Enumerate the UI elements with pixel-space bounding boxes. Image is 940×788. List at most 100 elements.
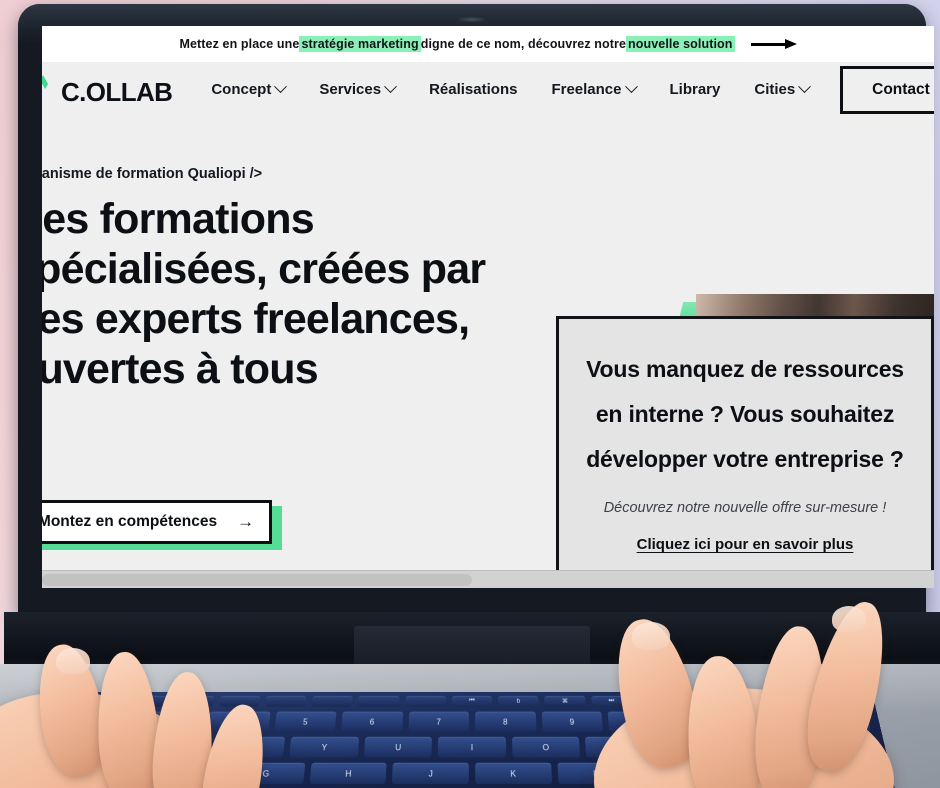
keyboard-number-row: 2 3 4 5 6 7 8 9 0- = ⌫ xyxy=(63,711,882,732)
hero-eyebrow: Organisme de formation Qualiopi /> xyxy=(42,166,263,182)
promo-modal-title: Vous manquez de ressources en interne ? … xyxy=(586,356,904,472)
arrow-right-icon: → xyxy=(237,512,255,531)
keyboard-key: \ xyxy=(805,736,878,758)
nav-item-concept[interactable]: Concept xyxy=(194,75,302,104)
keyboard-key: Y xyxy=(289,736,359,758)
main-navigation: C.OLLAB Concept Services Réalisations Fr… xyxy=(42,62,934,116)
keyboard-key: = xyxy=(740,711,805,732)
keyboard-key xyxy=(311,695,354,707)
keyboard-function-row: esc ⏮ b ⌘ ⏭ (◉ xyxy=(69,695,876,707)
laptop-lid: Mettez en place une stratégie marketing … xyxy=(18,4,934,616)
nav-item-cities[interactable]: Cities xyxy=(737,75,826,104)
browser-viewport: Mettez en place une stratégie marketing … xyxy=(42,26,934,588)
nav-item-label: Services xyxy=(319,80,382,98)
keyboard-key: 0 xyxy=(607,711,671,732)
nav-links: Concept Services Réalisations Freelance xyxy=(194,75,826,104)
keyboard-key: ⏎ xyxy=(802,762,884,785)
keyboard-key: ; xyxy=(638,762,718,785)
keyboard-key: 5 xyxy=(273,711,337,732)
keyboard-key: F xyxy=(143,762,224,785)
keyboard-key: ◉ xyxy=(729,695,773,707)
keyboard-key: ( xyxy=(683,695,726,707)
nav-item-services[interactable]: Services xyxy=(302,75,412,104)
hero-cta-wrapper: Montez en compétences → xyxy=(42,500,282,550)
keyboard-key: T xyxy=(215,736,286,758)
laptop-keyboard: esc ⏮ b ⌘ ⏭ (◉ 2 3 4 5 6 7 8 9 0- = ⌫ E R T Y U I O P[] \ DFGHJ… xyxy=(48,692,896,788)
keyboard-key: ⏭ xyxy=(590,695,633,707)
promo-modal-link[interactable]: Cliquez ici pour en savoir plus xyxy=(637,536,854,553)
laptop-hinge-notch xyxy=(354,626,590,666)
webcam-icon xyxy=(459,17,485,22)
keyboard-key xyxy=(405,695,446,707)
page-scrollbar-thumb[interactable] xyxy=(42,574,472,586)
chevron-down-icon xyxy=(798,79,812,93)
keyboard-key: [ xyxy=(658,736,729,758)
keyboard-key: ' xyxy=(720,762,801,785)
keyboard-key xyxy=(125,695,168,707)
keyboard-key: 3 xyxy=(139,711,204,732)
nav-item-freelance[interactable]: Freelance xyxy=(534,75,652,104)
keyboard-key: D xyxy=(60,762,142,785)
keyboard-key: ⌫ xyxy=(806,711,872,732)
announcement-highlight-strategy: stratégie marketing xyxy=(299,36,421,52)
hero-section: Organisme de formation Qualiopi /> Des f… xyxy=(42,116,934,588)
chevron-down-icon xyxy=(274,79,288,93)
keyboard-home-row: D F G H J K L; ' ⏎ xyxy=(50,762,894,785)
keyboard-key: U xyxy=(363,736,433,758)
hero-cta-button[interactable]: Montez en compétences → xyxy=(42,500,272,544)
keyboard-key xyxy=(171,695,215,707)
keyboard-key: E xyxy=(66,736,139,758)
keyboard-key: 6 xyxy=(340,711,403,732)
page-scrollbar[interactable] xyxy=(42,570,934,588)
announcement-text-middle: digne de ce nom, découvrez notre xyxy=(420,37,627,51)
keyboard-key: 8 xyxy=(475,711,536,732)
announcement-highlight-solution: nouvelle solution xyxy=(626,36,735,52)
collab-chevron-mark-icon xyxy=(42,73,58,101)
screenshot-stage: Mettez en place une stratégie marketing … xyxy=(0,0,940,788)
keyboard-key: J xyxy=(392,762,469,785)
nav-item-label: Réalisations xyxy=(429,80,518,98)
keyboard-key xyxy=(822,695,866,707)
chevron-down-icon xyxy=(384,79,397,93)
keyboard-key: b xyxy=(498,695,539,707)
keyboard-key: esc xyxy=(78,695,122,707)
nav-item-label: Freelance xyxy=(551,80,622,98)
keyboard-key: 4 xyxy=(206,711,271,732)
keyboard-key: 2 xyxy=(72,711,138,732)
brand-logo[interactable]: C.OLLAB xyxy=(42,73,178,105)
keyboard-key: ] xyxy=(731,736,803,758)
announcement-bar[interactable]: Mettez en place une stratégie marketing … xyxy=(42,26,934,62)
promo-modal-subtitle: Découvrez notre nouvelle offre sur-mesur… xyxy=(603,500,887,516)
keyboard-key: 9 xyxy=(541,711,604,732)
keyboard-key: 7 xyxy=(408,711,469,732)
keyboard-key: - xyxy=(673,711,738,732)
keyboard-key: ⏮ xyxy=(451,695,493,707)
keyboard-key: I xyxy=(437,736,506,758)
page-title: Des formations spécialisées, créées par … xyxy=(42,195,486,393)
nav-item-label: Concept xyxy=(211,80,272,98)
nav-item-label: Library xyxy=(669,80,721,98)
keyboard-letter-row: E R T Y U I O P[] \ xyxy=(56,736,887,758)
promo-modal: Vous manquez de ressources en interne ? … xyxy=(556,316,934,588)
nav-item-realisations[interactable]: Réalisations xyxy=(412,75,534,104)
keyboard-key xyxy=(358,695,400,707)
keyboard-key xyxy=(218,695,261,707)
keyboard-key: P xyxy=(585,736,655,758)
brand-logo-text: C.OLLAB xyxy=(61,77,173,107)
keyboard-key: L xyxy=(556,762,635,785)
keyboard-key xyxy=(637,695,679,707)
arrow-right-icon xyxy=(750,39,797,49)
keyboard-key xyxy=(776,695,819,707)
keyboard-key: ⌘ xyxy=(544,695,586,707)
nav-item-label: Cities xyxy=(754,80,796,98)
keyboard-key: O xyxy=(511,736,581,758)
hero-cta-label: Montez en compétences xyxy=(42,513,218,530)
keyboard-key: K xyxy=(475,762,552,785)
contact-button[interactable]: Contact xyxy=(840,66,934,114)
keyboard-key: G xyxy=(226,762,306,785)
nav-item-library[interactable]: Library xyxy=(653,75,738,104)
keyboard-key: R xyxy=(141,736,213,758)
keyboard-key: H xyxy=(309,762,387,785)
announcement-text-before: Mettez en place une xyxy=(179,37,300,51)
chevron-down-icon xyxy=(624,79,638,93)
